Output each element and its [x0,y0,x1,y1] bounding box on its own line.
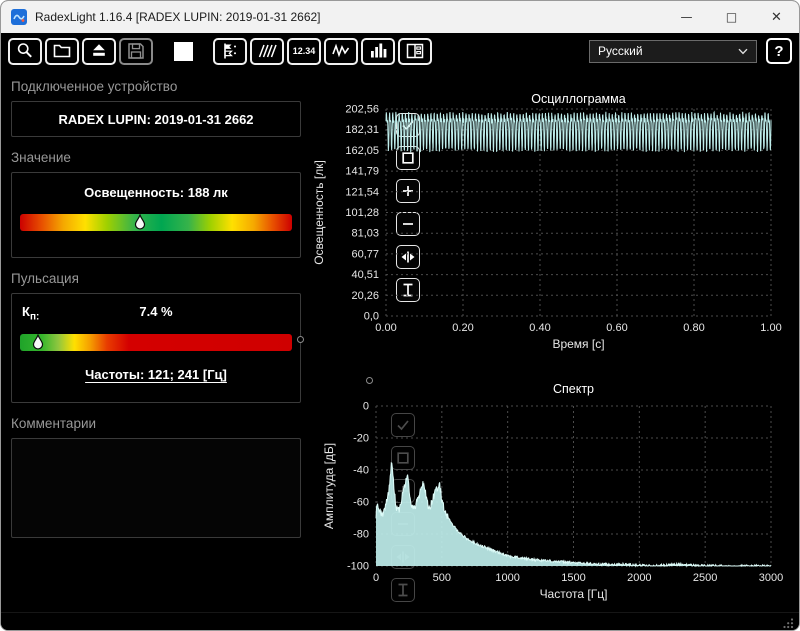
svg-text:1.00: 1.00 [760,322,781,334]
oscillogram-chart[interactable]: 0.00 0.20 0.40 0.60 0.80 1.00 202,56 182,31 162,… [311,69,800,359]
spectrum-view-button[interactable] [361,37,395,65]
kp-row: Кп: 7.4 % [12,304,300,323]
svg-text:Частота [Гц]: Частота [Гц] [540,587,608,601]
panels-icon [406,43,424,59]
svg-text:Осциллограмма: Осциллограмма [531,92,625,106]
lux-marker-icon [134,214,145,230]
flags-icon [224,43,236,59]
oscillogram-view-button[interactable] [324,37,358,65]
close-button[interactable]: ✕ [754,1,799,33]
kp-scale-bar [20,334,292,351]
magnifier-icon [17,43,32,58]
svg-text:1500: 1500 [561,572,585,584]
save-file-button[interactable] [119,37,153,65]
svg-text:0.40: 0.40 [529,322,550,334]
waveform-icon [332,43,350,58]
search-device-button[interactable] [8,37,42,65]
client-area: Подключенное устройство RADEX LUPIN: 201… [1,69,799,612]
svg-text:-100: -100 [347,561,369,573]
app-icon [11,9,27,25]
value-section-header: Значение [11,150,71,165]
svg-text:202,56: 202,56 [345,104,379,116]
help-button[interactable]: ? [766,38,792,64]
svg-text:0: 0 [373,572,379,584]
numeric-view-button[interactable]: 12.34 [287,37,321,65]
charts-area: 0.00 0.20 0.40 0.60 0.80 1.00 202,56 182,31 162,… [311,69,800,612]
app-window: RadexLight 1.16.4 [RADEX LUPIN: 2019-01-… [0,0,800,631]
svg-text:162,05: 162,05 [345,145,379,157]
markers-button[interactable] [213,37,247,65]
chart-splitter-handle[interactable] [366,377,373,384]
value-box: Освещенность: 188 лк [11,172,301,258]
language-select[interactable]: Русский [589,39,757,63]
svg-text:141,79: 141,79 [345,166,379,178]
svg-text:20,26: 20,26 [351,290,379,302]
svg-text:500: 500 [433,572,451,584]
panel-splitter-handle[interactable] [297,336,304,343]
spectrum-chart[interactable]: 0 500 1000 1500 2000 2500 3000 0 -20 -40 -60 -80 -10… [311,359,800,611]
lux-scale-bar [20,214,292,231]
svg-text:60,77: 60,77 [351,248,379,260]
stop-icon [173,41,193,61]
svg-text:182,31: 182,31 [345,124,379,136]
svg-text:121,54: 121,54 [345,186,379,198]
svg-text:0,0: 0,0 [364,311,379,323]
svg-text:Освещенность [лк]: Освещенность [лк] [312,160,326,265]
bar-chart-icon [371,43,387,58]
svg-text:-40: -40 [353,465,369,477]
svg-text:0: 0 [363,401,369,413]
svg-text:0.00: 0.00 [375,322,396,334]
svg-text:Время [с]: Время [с] [552,337,604,351]
svg-text:1000: 1000 [495,572,519,584]
kp-label: Кп: [22,304,40,323]
kp-marker-icon [32,334,43,350]
titlebar: RadexLight 1.16.4 [RADEX LUPIN: 2019-01-… [1,1,799,33]
kp-value: 7.4 % [139,304,173,319]
chevron-down-icon [738,48,748,54]
minimize-button[interactable]: — [664,1,709,33]
svg-text:-20: -20 [353,433,369,445]
illuminance-reading: Освещенность: 188 лк [84,185,228,200]
stop-measurement-button[interactable] [166,37,200,65]
device-section-header: Подключенное устройство [11,79,178,94]
svg-text:2500: 2500 [693,572,717,584]
frequencies: Частоты: 121; 241 [Гц] [85,367,227,382]
svg-text:Спектр: Спектр [553,382,594,396]
svg-text:0.20: 0.20 [452,322,473,334]
svg-text:101,28: 101,28 [345,207,379,219]
resize-grip-icon[interactable] [783,618,794,629]
scale-button[interactable] [250,37,284,65]
eject-device-button[interactable] [82,37,116,65]
diagonal-hatch-icon [258,44,277,58]
floppy-icon [128,43,144,59]
svg-text:0.80: 0.80 [683,322,704,334]
comments-section-header: Комментарии [11,416,97,431]
window-title: RadexLight 1.16.4 [RADEX LUPIN: 2019-01-… [35,10,321,24]
device-name-box: RADEX LUPIN: 2019-01-31 2662 [11,101,301,137]
svg-text:3000: 3000 [759,572,783,584]
language-value: Русский [598,44,643,58]
svg-text:-80: -80 [353,529,369,541]
svg-text:81,03: 81,03 [351,228,379,240]
svg-text:40,51: 40,51 [351,269,379,281]
svg-text:-60: -60 [353,497,369,509]
left-panel: Подключенное устройство RADEX LUPIN: 201… [1,69,311,612]
status-bar [1,612,799,630]
window-controls: — □ ✕ [664,1,799,33]
svg-text:0.60: 0.60 [606,322,627,334]
pulsation-section-header: Пульсация [11,271,79,286]
svg-text:2000: 2000 [627,572,651,584]
pulsation-box: Кп: 7.4 % Частоты: 121; 241 [Гц] [11,293,301,403]
toolbar: 12.34 Русский ? [1,33,799,69]
eject-icon [93,44,105,56]
svg-text:Амплитуда [дБ]: Амплитуда [дБ] [322,443,336,529]
folder-open-icon [53,44,71,58]
layout-view-button[interactable] [398,37,432,65]
device-name: RADEX LUPIN: 2019-01-31 2662 [58,111,254,127]
comments-input[interactable] [11,438,301,538]
numeric-view-label: 12.34 [292,46,316,56]
maximize-button[interactable]: □ [709,1,754,33]
open-file-button[interactable] [45,37,79,65]
